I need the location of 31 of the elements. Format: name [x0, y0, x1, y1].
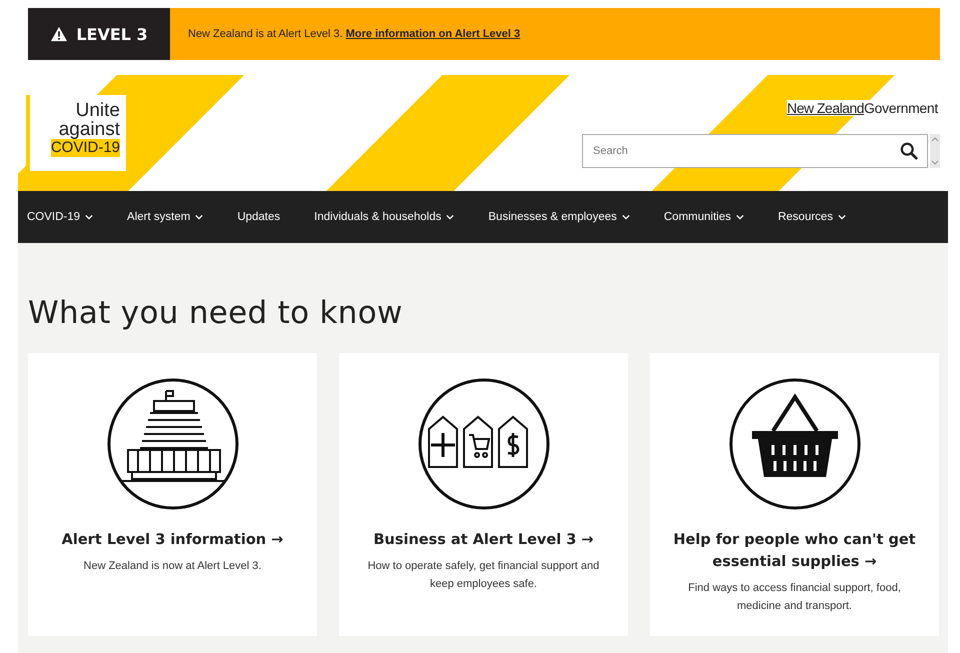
- shops-icon: [416, 377, 550, 511]
- info-card[interactable]: Business at Alert Level 3 → How to operate safely, get financial support and keep employees safe.: [339, 353, 628, 636]
- nav-item[interactable]: Communities: [664, 211, 744, 223]
- page-heading: What you need to know: [28, 295, 404, 331]
- nav-item[interactable]: Businesses & employees: [488, 211, 630, 223]
- parliament-building-icon: [106, 377, 240, 511]
- logo-text: against: [58, 120, 120, 139]
- nav-item[interactable]: Updates: [237, 211, 280, 223]
- shopping-basket-icon: [728, 377, 862, 511]
- logo-highlight-text: COVID-19: [50, 139, 120, 157]
- search-icon[interactable]: [900, 142, 918, 160]
- card-description: How to operate safely, get financial support and keep employees safe.: [367, 559, 600, 592]
- card-description: New Zealand is now at Alert Level 3.: [84, 559, 262, 574]
- search-field[interactable]: Search: [582, 134, 928, 168]
- nav-item[interactable]: Resources: [778, 211, 846, 223]
- alert-level-label: LEVEL 3: [76, 24, 148, 44]
- government-logo-primary: New Zealand: [786, 100, 864, 116]
- nav-item[interactable]: COVID-19: [27, 211, 94, 223]
- government-logo-secondary: Government: [864, 100, 938, 116]
- alert-message: New Zealand is at Alert Level 3. More information on Alert Level 3: [188, 27, 520, 42]
- card-description: Find ways to access financial support, food, medicine and transport.: [687, 581, 902, 614]
- alert-info-link[interactable]: More information on Alert Level 3: [346, 28, 520, 40]
- info-card[interactable]: Help for people who can't get essential supplies → Find ways to access financial support, food, medicine and transport.: [650, 353, 939, 636]
- card-title[interactable]: Alert Level 3 information →: [62, 529, 284, 551]
- card-title[interactable]: Help for people who can't get essential supplies →: [662, 529, 927, 573]
- logo-text: Unite: [76, 101, 120, 120]
- warning-icon: [50, 26, 68, 42]
- nav-item[interactable]: Alert system: [127, 211, 204, 223]
- info-card[interactable]: Alert Level 3 information → New Zealand is now at Alert Level 3.: [28, 353, 317, 636]
- nav-item[interactable]: Individuals & households: [314, 211, 454, 223]
- card-title[interactable]: Business at Alert Level 3 →: [373, 529, 594, 551]
